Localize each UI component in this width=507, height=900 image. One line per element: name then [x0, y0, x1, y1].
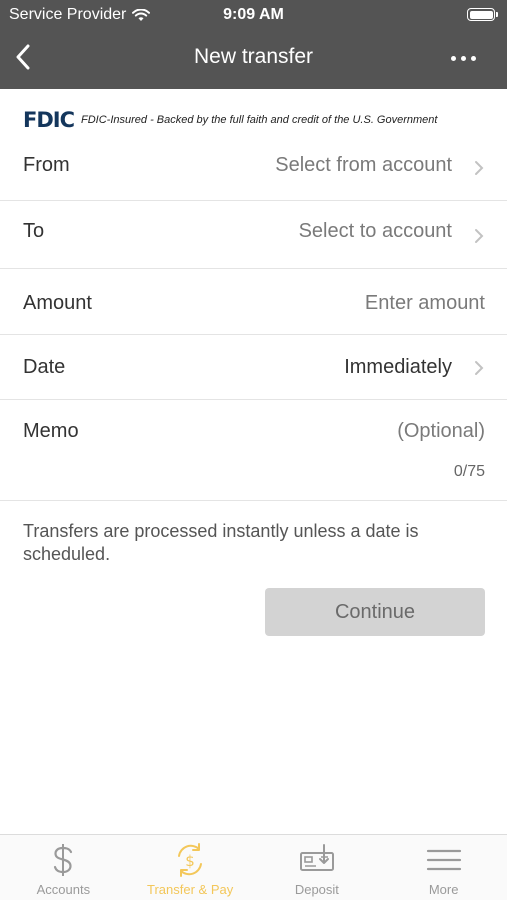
- svg-text:$: $: [185, 852, 195, 870]
- status-time: 9:09 AM: [223, 6, 284, 23]
- date-select[interactable]: Immediately: [344, 356, 452, 379]
- from-account-row[interactable]: From Select from account: [0, 132, 507, 201]
- dot: [460, 55, 466, 61]
- memo-char-counter: 0/75: [453, 463, 485, 480]
- tab-transfer-pay[interactable]: $ Transfer & Pay: [127, 835, 254, 900]
- from-account-select[interactable]: Select from account: [275, 154, 452, 177]
- memo-input[interactable]: (Optional): [397, 420, 485, 443]
- dot: [470, 55, 476, 61]
- memo-label: Memo: [23, 420, 79, 442]
- continue-button[interactable]: Continue: [265, 588, 485, 636]
- tab-label: Accounts: [36, 882, 91, 897]
- date-row[interactable]: Date Immediately: [0, 335, 507, 400]
- fdic-logo: FDIC: [23, 108, 75, 132]
- dot: [450, 55, 456, 61]
- fdic-banner: FDIC FDIC-Insured - Backed by the full f…: [23, 108, 437, 132]
- tab-label: Transfer & Pay: [147, 882, 234, 897]
- menu-icon: [426, 849, 461, 871]
- tab-label: More: [428, 882, 459, 897]
- dollar-icon: [54, 844, 73, 876]
- status-bar: Service Provider 9:09 AM: [0, 0, 507, 30]
- date-label: Date: [23, 356, 66, 378]
- from-label: From: [23, 154, 70, 176]
- nav-bar: New transfer: [0, 30, 507, 89]
- fdic-text: FDIC-Insured - Backed by the full faith …: [81, 114, 438, 126]
- to-account-row[interactable]: To Select to account: [0, 201, 507, 269]
- transfer-info-text: Transfers are processed instantly unless…: [23, 521, 419, 564]
- amount-row[interactable]: Amount Enter amount: [0, 269, 507, 335]
- to-account-select[interactable]: Select to account: [299, 220, 452, 243]
- app-header: Service Provider 9:09 AM New transfer: [0, 0, 507, 89]
- tab-bar: Accounts $ Transfer & Pay Deposit More: [0, 834, 507, 900]
- page-title: New transfer: [193, 45, 314, 68]
- memo-row[interactable]: Memo (Optional): [0, 400, 507, 501]
- to-label: To: [23, 220, 45, 242]
- tab-accounts[interactable]: Accounts: [0, 835, 127, 900]
- tab-label: Deposit: [294, 882, 339, 897]
- tab-more[interactable]: More: [380, 835, 507, 900]
- amount-label: Amount: [23, 292, 92, 314]
- deposit-check-icon: [299, 844, 334, 871]
- chevron-right-icon: [475, 161, 484, 175]
- chevron-right-icon: [475, 229, 484, 243]
- amount-input[interactable]: Enter amount: [365, 292, 485, 315]
- tab-deposit[interactable]: Deposit: [254, 835, 381, 900]
- chevron-right-icon: [475, 361, 484, 375]
- more-options-button[interactable]: [443, 44, 483, 72]
- transfer-pay-icon: $: [178, 843, 203, 877]
- battery-icon: [467, 8, 498, 21]
